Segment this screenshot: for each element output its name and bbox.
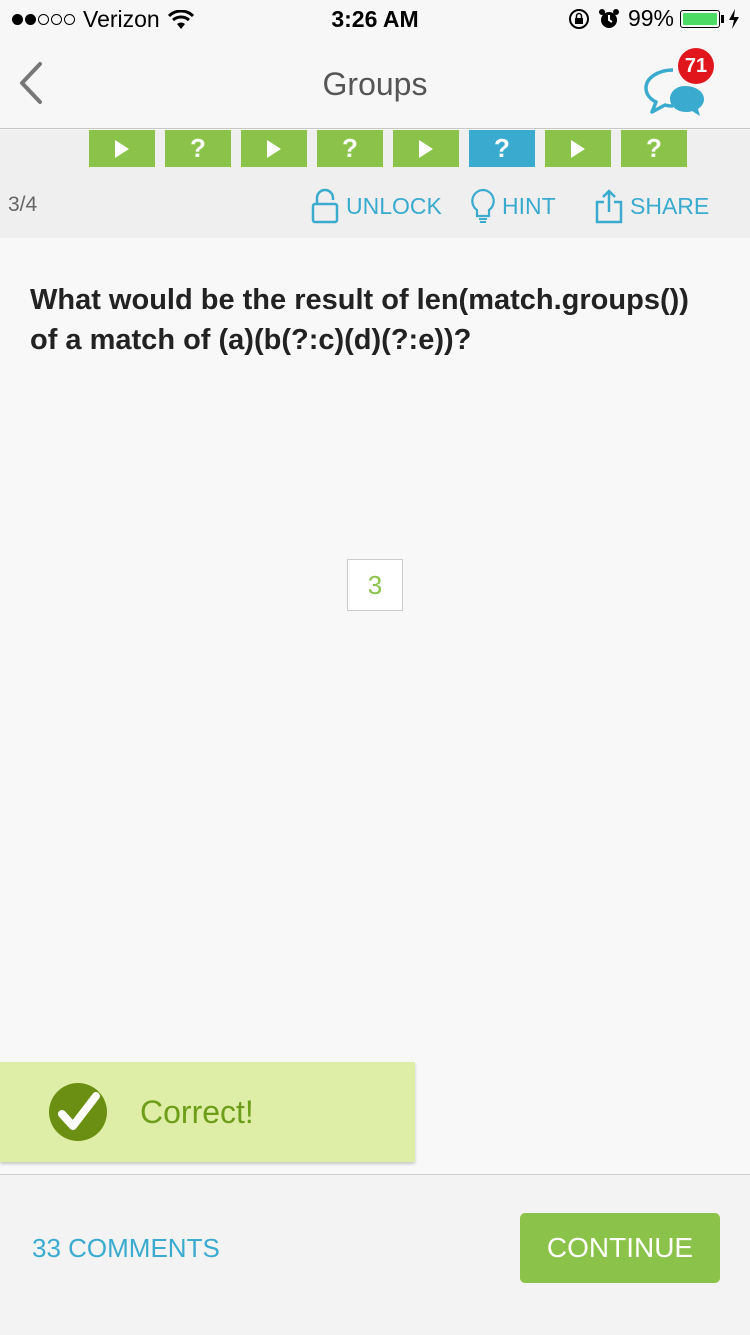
share-icon bbox=[595, 189, 623, 224]
share-label: SHARE bbox=[630, 192, 710, 219]
play-icon bbox=[115, 139, 129, 158]
step-label: ? bbox=[190, 133, 206, 163]
status-right: 99% bbox=[568, 5, 740, 32]
battery-icon bbox=[680, 9, 720, 28]
action-bar: UNLOCK HINT SHARE bbox=[0, 188, 750, 228]
checkmark-icon bbox=[49, 1083, 107, 1141]
hint-button[interactable]: HINT bbox=[470, 188, 556, 224]
lock-icon bbox=[311, 188, 339, 224]
hint-label: HINT bbox=[502, 192, 556, 219]
battery-tip bbox=[721, 14, 724, 23]
chat-button[interactable]: 71 bbox=[640, 48, 720, 123]
nav-bar: Groups 71 bbox=[0, 40, 750, 129]
unlock-button[interactable]: UNLOCK bbox=[310, 188, 442, 224]
bottom-bar: 33 COMMENTS CONTINUE bbox=[0, 1174, 750, 1335]
play-icon bbox=[419, 139, 433, 158]
correct-toast: Correct! bbox=[0, 1062, 415, 1162]
feedback-text: Correct! bbox=[140, 1093, 254, 1130]
step-label: ? bbox=[646, 133, 662, 163]
notification-badge: 71 bbox=[678, 48, 714, 84]
step-label: ? bbox=[342, 133, 358, 163]
continue-button[interactable]: CONTINUE bbox=[520, 1213, 720, 1283]
battery-percent: 99% bbox=[627, 5, 674, 31]
comments-link[interactable]: 33 COMMENTS bbox=[32, 1233, 220, 1264]
lesson-step-question-current[interactable]: ? bbox=[469, 130, 535, 167]
lesson-step-video[interactable] bbox=[241, 130, 307, 167]
lesson-step-question[interactable]: ? bbox=[621, 130, 687, 167]
lesson-step-video[interactable] bbox=[393, 130, 459, 167]
lesson-steps: ???? bbox=[89, 130, 697, 167]
progress-bar: ???? 3/4 UNLOCK HINT SHARE bbox=[0, 130, 750, 238]
unlock-label: UNLOCK bbox=[346, 192, 442, 219]
orientation-lock-icon bbox=[568, 8, 589, 29]
question-text: What would be the result of len(match.gr… bbox=[30, 284, 689, 356]
battery-level bbox=[683, 12, 717, 25]
page-title: Groups bbox=[322, 66, 428, 102]
lesson-step-question[interactable]: ? bbox=[165, 130, 231, 167]
lesson-step-video[interactable] bbox=[89, 130, 155, 167]
share-button[interactable]: SHARE bbox=[594, 188, 709, 224]
alarm-icon bbox=[598, 8, 619, 28]
play-icon bbox=[267, 139, 281, 158]
charging-icon bbox=[729, 8, 739, 29]
step-label: ? bbox=[494, 133, 510, 163]
answer-field[interactable]: 3 bbox=[347, 559, 403, 611]
lesson-step-video[interactable] bbox=[545, 130, 611, 167]
status-bar: Verizon 3:26 AM 99% bbox=[0, 0, 750, 40]
lesson-step-question[interactable]: ? bbox=[317, 130, 383, 167]
lightbulb-icon bbox=[471, 188, 495, 223]
play-icon bbox=[571, 139, 585, 158]
